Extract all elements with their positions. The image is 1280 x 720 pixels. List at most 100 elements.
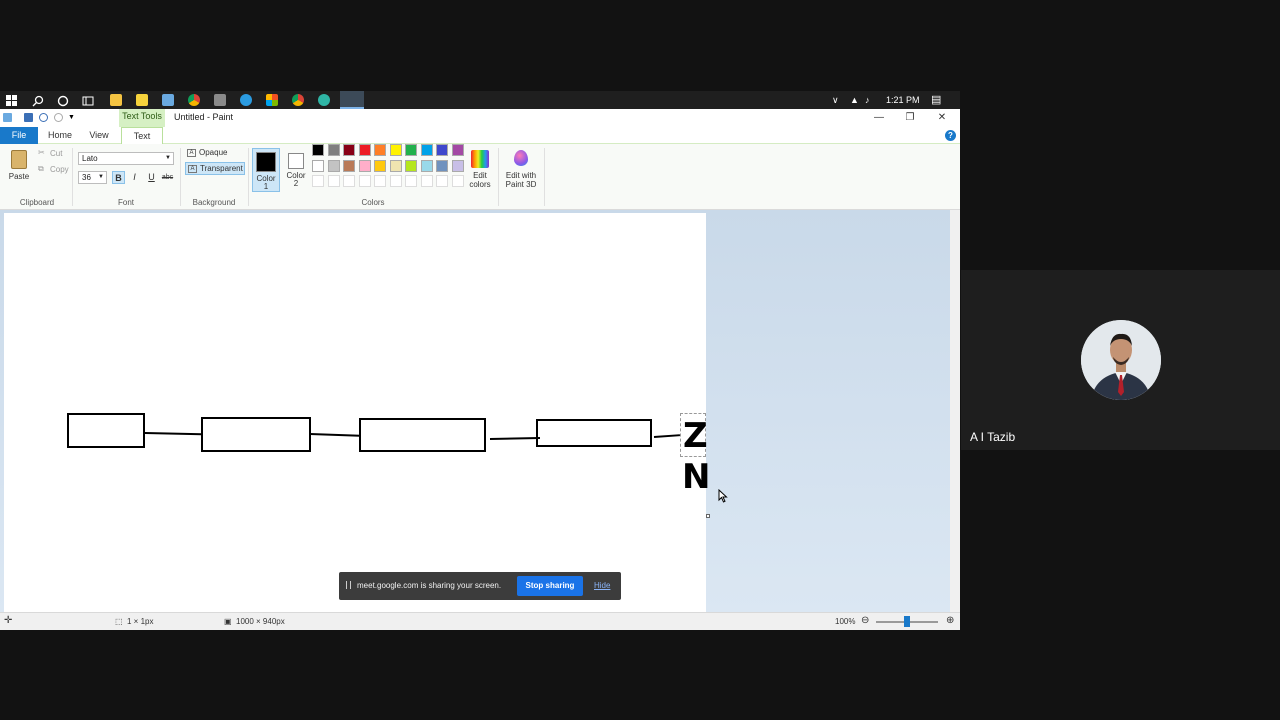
paint3d-label-2: Paint 3D [505, 180, 537, 189]
edit-colors-button[interactable]: Edit colors [466, 148, 494, 189]
font-size-value: 36 [82, 173, 91, 182]
image-size: 1000 × 940px [236, 617, 285, 626]
task-view-icon[interactable] [82, 94, 94, 106]
clock[interactable]: 1:21 PM [886, 91, 920, 109]
stop-sharing-button[interactable]: Stop sharing [517, 576, 583, 596]
underline-button[interactable]: U [145, 171, 158, 184]
color-swatch[interactable] [312, 159, 324, 172]
edit-with-paint3d-button[interactable]: Edit with Paint 3D [502, 148, 540, 189]
zoom-slider-thumb[interactable] [904, 616, 910, 627]
color-swatch[interactable] [343, 159, 355, 172]
font-family-select[interactable]: Lato ▼ [78, 152, 174, 165]
close-button[interactable]: ✕ [927, 109, 957, 127]
paste-button[interactable]: Paste [6, 150, 32, 186]
color-swatch[interactable] [451, 144, 464, 156]
volume-icon[interactable]: ♪ [865, 91, 870, 109]
color-swatch[interactable] [420, 144, 433, 156]
color-swatch[interactable] [436, 175, 448, 187]
color-swatch[interactable] [405, 144, 417, 156]
chrome-icon[interactable] [188, 94, 200, 106]
paint-workspace: Z N [0, 210, 960, 613]
drawn-line [144, 432, 203, 436]
hide-link[interactable]: Hide [594, 581, 610, 590]
color-swatch[interactable] [389, 175, 402, 187]
tab-view[interactable]: View [84, 127, 114, 144]
search-icon[interactable] [32, 94, 44, 107]
color-swatch[interactable] [405, 159, 417, 172]
color-swatch[interactable] [405, 175, 417, 187]
color-2-button[interactable]: Color 2 [282, 148, 310, 192]
color-swatch[interactable] [327, 144, 340, 156]
italic-button[interactable]: I [128, 171, 141, 184]
drag-handle-icon[interactable] [346, 581, 351, 589]
bold-button[interactable]: B [112, 171, 125, 184]
redo-icon[interactable] [54, 113, 63, 122]
undo-icon[interactable] [39, 113, 48, 122]
transparent-option[interactable]: A Transparent [185, 162, 245, 175]
drawn-line [653, 434, 681, 438]
sticky-icon[interactable] [136, 94, 148, 106]
window-title: Untitled - Paint [174, 112, 234, 122]
canvas-letter-n: N [682, 457, 711, 497]
color-swatch[interactable] [436, 144, 448, 156]
color-1-button[interactable]: Color 1 [252, 148, 280, 192]
minimize-button[interactable]: — [864, 109, 894, 127]
color-swatch[interactable] [312, 175, 324, 187]
text-tools-context-tab: Text Tools [119, 109, 165, 127]
customize-qat-icon[interactable]: ▼ [68, 113, 77, 122]
color-swatch[interactable] [389, 144, 402, 156]
color-swatch[interactable] [374, 175, 386, 187]
opaque-option[interactable]: A Opaque [185, 147, 241, 160]
chevron-up-icon[interactable]: ∨ [832, 91, 839, 109]
status-bar: ✛ ⬚ 1 × 1px ▣ 1000 × 940px 100% ⊖ ⊕ [0, 612, 960, 630]
save-icon[interactable] [24, 113, 33, 122]
color-swatch[interactable] [358, 159, 371, 172]
notepad-icon[interactable] [162, 94, 174, 106]
paint-icon[interactable] [340, 91, 364, 109]
zoom-in-icon[interactable]: ⊕ [946, 615, 954, 626]
strikethrough-button[interactable]: abc [161, 171, 174, 184]
color-swatch[interactable] [343, 144, 355, 156]
color-swatch[interactable] [451, 159, 464, 172]
color-swatch[interactable] [420, 175, 433, 187]
cortana-icon[interactable] [57, 94, 69, 107]
color-swatch[interactable] [374, 159, 386, 172]
color-swatch[interactable] [343, 175, 355, 187]
drawn-rectangle [359, 418, 486, 452]
drawn-rectangle [67, 413, 145, 448]
drawing-canvas[interactable]: Z N [4, 213, 710, 613]
restore-button[interactable]: ❐ [895, 109, 925, 127]
color-swatch[interactable] [436, 159, 448, 172]
tab-file[interactable]: File [0, 127, 38, 144]
chrome-icon-2[interactable] [292, 94, 304, 106]
edge-icon[interactable] [240, 94, 252, 106]
color-swatch[interactable] [327, 159, 340, 172]
vertical-scrollbar[interactable] [950, 210, 960, 612]
notifications-icon[interactable]: ▤ [931, 91, 941, 109]
copy-button[interactable]: Copy [50, 165, 69, 174]
calculator-icon[interactable] [214, 94, 226, 106]
zoom-out-icon[interactable]: ⊖ [861, 615, 869, 626]
help-icon[interactable]: ? [945, 130, 956, 141]
font-size-select[interactable]: 36 ▼ [78, 171, 107, 184]
color-swatch[interactable] [327, 175, 340, 187]
cut-button[interactable]: Cut [50, 149, 62, 158]
color-swatch[interactable] [451, 175, 464, 187]
file-explorer-icon[interactable] [110, 94, 122, 106]
color-swatch[interactable] [358, 175, 371, 187]
edit-colors-label: Edit [473, 171, 487, 180]
color-swatch[interactable] [374, 144, 386, 156]
network-icon[interactable]: ▲ [850, 91, 859, 109]
color-swatch[interactable] [358, 144, 371, 156]
start-icon[interactable] [6, 94, 18, 106]
color-swatch[interactable] [420, 159, 433, 172]
color-swatch[interactable] [389, 159, 402, 172]
canvas-resize-handle[interactable] [706, 514, 710, 518]
color-2-number: 2 [293, 179, 299, 188]
tab-home[interactable]: Home [44, 127, 76, 144]
edge-icon-2[interactable] [318, 94, 330, 106]
zoom-level: 100% [835, 617, 856, 626]
color-swatch[interactable] [312, 144, 324, 156]
tab-text[interactable]: Text [121, 127, 163, 145]
office-icon[interactable] [266, 94, 278, 106]
